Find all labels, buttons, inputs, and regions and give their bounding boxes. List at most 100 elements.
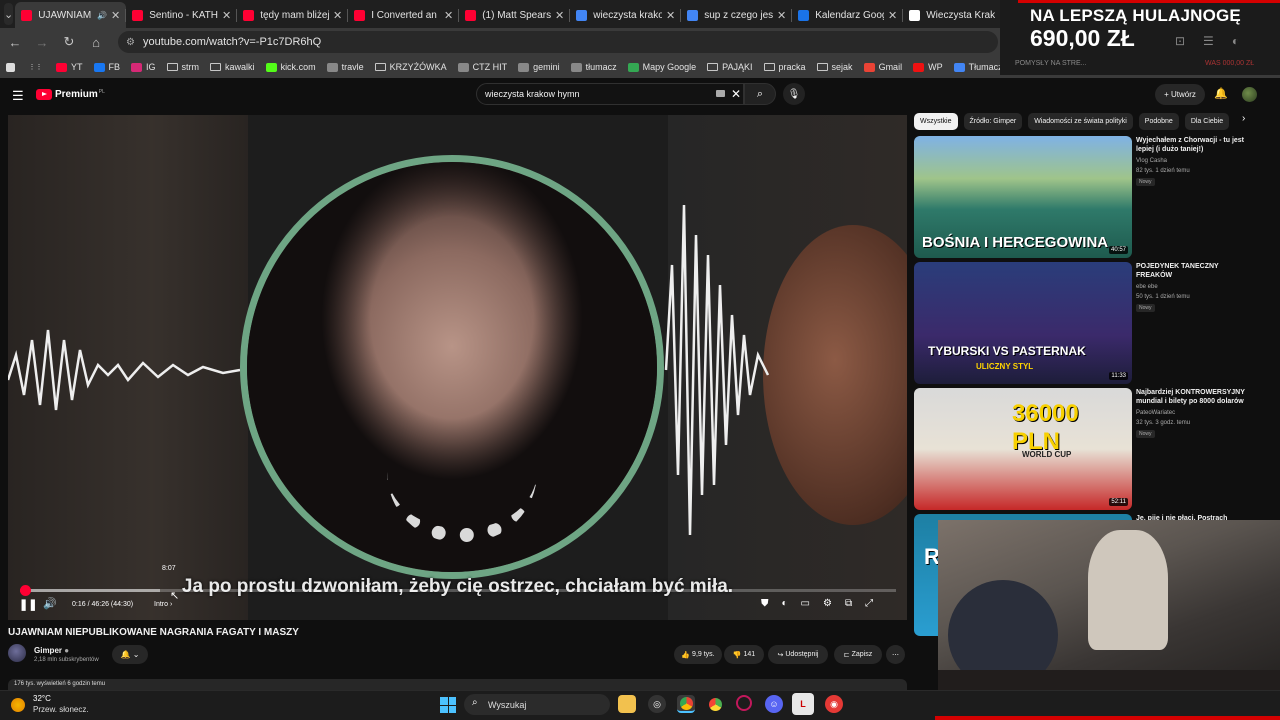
browser-tab[interactable]: Wieczysta Krakó✕	[903, 2, 1015, 28]
settings-gear-icon[interactable]: ⚙	[823, 598, 832, 609]
recommendation-title[interactable]: POJEDYNEK TANECZNY FREAKÓW	[1136, 262, 1256, 280]
bookmark-item[interactable]: YT	[56, 62, 83, 72]
bookmark-item[interactable]: gemini	[518, 62, 560, 72]
share-button[interactable]: ↪ Udostępnij	[768, 645, 828, 664]
weather-temp[interactable]: 32°C	[33, 694, 51, 703]
channel-name[interactable]: Gimper ●	[34, 646, 69, 655]
filter-chip[interactable]: Wszystkie	[914, 113, 958, 130]
steam-icon[interactable]: ◎	[648, 695, 666, 713]
file-explorer-icon[interactable]	[618, 695, 636, 713]
bookmark-item[interactable]: kick.com	[265, 62, 316, 72]
bookmark-item[interactable]: CTZ HIT	[457, 62, 507, 72]
tab-search-button[interactable]: ⌄	[4, 3, 14, 25]
bookmark-item[interactable]: sejak	[816, 62, 853, 72]
video-thumbnail[interactable]: TYBURSKI VS PASTERNAK ULICZNY STYL 11:33	[914, 262, 1132, 384]
bookmark-item[interactable]: kawalki	[210, 62, 255, 72]
close-tab-icon[interactable]: ✕	[777, 9, 786, 22]
close-tab-icon[interactable]: ✕	[666, 9, 675, 22]
site-info-icon[interactable]: ⚙	[126, 37, 135, 48]
tab-audio-icon[interactable]: 🔊	[97, 11, 107, 20]
recommendation-channel[interactable]: Vlog Casha	[1136, 158, 1167, 164]
bookmark-item[interactable]: FB	[93, 62, 120, 72]
discord-icon[interactable]: ☺	[765, 695, 783, 713]
clear-search-icon[interactable]: ✕	[731, 87, 741, 101]
bookmark-item[interactable]: Gmail	[863, 62, 902, 72]
keyboard-icon[interactable]	[716, 90, 725, 97]
search-input[interactable]: wieczysta krakow hymn	[476, 83, 744, 105]
browser-tab[interactable]: I Converted an Et ✕	[348, 2, 460, 28]
home-icon[interactable]: ⌂	[84, 30, 108, 54]
browser-tab[interactable]: tędy mam bliżej - ✕	[237, 2, 349, 28]
close-tab-icon[interactable]: ✕	[222, 9, 231, 22]
filter-chip[interactable]: Wiadomości ze świata polityki	[1028, 113, 1133, 130]
browser-tab[interactable]: Kalendarz Google ✕	[792, 2, 904, 28]
browser-alt-icon[interactable]	[706, 695, 724, 713]
bookmark-item[interactable]: pracka	[763, 62, 806, 72]
chapter-button[interactable]: Intro ›	[154, 601, 172, 608]
pause-icon[interactable]: ❚❚	[19, 598, 37, 611]
voice-search-button[interactable]: 🎙	[783, 83, 805, 105]
close-tab-icon[interactable]: ✕	[333, 9, 342, 22]
bookmark-item[interactable]: KRZYŻÓWKA	[374, 62, 447, 72]
close-tab-icon[interactable]: ✕	[111, 9, 120, 22]
save-button[interactable]: ⊏ Zapisz	[834, 645, 882, 664]
fullscreen-icon[interactable]: ⤢	[865, 598, 873, 609]
bookmark-sidebar-toggle[interactable]	[6, 62, 19, 72]
back-icon[interactable]: ←	[3, 30, 27, 54]
subtitles-icon[interactable]: ▭	[801, 598, 810, 609]
forward-icon[interactable]: →	[30, 30, 54, 54]
video-player[interactable]: Ja po prostu dzwoniłam, żeby cię ostrzec…	[8, 115, 907, 620]
youtube-logo[interactable]: Premium PL	[36, 89, 105, 100]
bookmark-item[interactable]: WP	[913, 62, 943, 72]
create-button[interactable]: + Utwórz	[1155, 84, 1205, 105]
recommendation-item[interactable]: TYBURSKI VS PASTERNAK ULICZNY STYL 11:33 PO…	[914, 262, 1274, 384]
reload-icon[interactable]: ↻	[57, 30, 81, 54]
more-actions-button[interactable]: ⋯	[886, 645, 905, 664]
recommendation-title[interactable]: Wyjechałem z Chorwacji - tu jest lepiej …	[1136, 136, 1256, 154]
recommendation-item[interactable]: 36000 PLN WORLD CUP 52:11 Najbardziej KONTR…	[914, 388, 1274, 510]
recommendation-title[interactable]: Najbardziej KONTROWERSYJNY mundial i bil…	[1136, 388, 1256, 406]
browser-tab[interactable]: (1) Matt Spears - ✕	[459, 2, 571, 28]
channel-avatar[interactable]	[8, 644, 26, 662]
bookmark-item[interactable]: Mapy Google	[627, 62, 696, 72]
progress-bar[interactable]	[20, 585, 896, 596]
bookmark-item[interactable]: travle	[326, 62, 364, 72]
miniplayer-icon[interactable]: ⧉	[845, 598, 852, 609]
subscription-bell-button[interactable]: 🔔 ⌄	[112, 645, 148, 664]
app-l-icon[interactable]: L	[792, 693, 814, 715]
browser-tab[interactable]: sup z czego jest z ✕	[681, 2, 793, 28]
video-thumbnail[interactable]: BOŚNIA I HERCEGOWINA 40:57	[914, 136, 1132, 258]
recommendation-channel[interactable]: PateoWariatec	[1136, 410, 1175, 416]
sponsor-shield-icon[interactable]: ⛊	[761, 598, 769, 609]
notifications-bell-icon[interactable]: 🔔	[1214, 87, 1228, 100]
filter-chip[interactable]: Dla Ciebie	[1184, 113, 1230, 130]
browser-tab[interactable]: Sentino - KATHAF ✕	[126, 2, 238, 28]
dislike-button[interactable]: 👎 141	[724, 645, 764, 664]
bookmark-item[interactable]: PAJĄKI	[707, 62, 753, 72]
close-tab-icon[interactable]: ✕	[888, 9, 897, 22]
filter-chip[interactable]: Podobne	[1138, 113, 1179, 130]
filter-chip[interactable]: Źródło: Gimper	[963, 113, 1023, 130]
bookmark-item[interactable]: Tłumacz	[953, 62, 1003, 72]
video-thumbnail[interactable]: 36000 PLN WORLD CUP 52:11	[914, 388, 1132, 510]
bookmark-item[interactable]: IG	[131, 62, 156, 72]
recommendation-channel[interactable]: ebe ebe	[1136, 284, 1158, 290]
menu-icon[interactable]: ☰	[12, 88, 24, 104]
browser-tab[interactable]: UJAWNIAM N🔊 ✕	[15, 2, 127, 28]
recommendation-item[interactable]: BOŚNIA I HERCEGOWINA 40:57 Wyjechałem z Ch…	[914, 136, 1274, 258]
bookmark-item[interactable]: tłumacz	[570, 62, 617, 72]
address-bar[interactable]: ⚙ youtube.com/watch?v=-P1c7DR6hQ	[118, 31, 998, 53]
search-button[interactable]: ⌕	[744, 83, 776, 105]
sun-icon[interactable]	[11, 698, 25, 712]
autoplay-toggle-icon[interactable]: ◐	[782, 598, 788, 609]
opera-icon[interactable]	[736, 695, 752, 711]
chevron-right-icon[interactable]: ›	[1242, 113, 1245, 124]
close-tab-icon[interactable]: ✕	[555, 9, 564, 22]
windows-start-icon[interactable]	[440, 697, 456, 713]
account-avatar[interactable]	[1242, 87, 1257, 102]
weather-desc[interactable]: Przew. słonecz.	[33, 705, 89, 714]
bookmark-item[interactable]: ⋮⋮	[29, 63, 45, 72]
anydesk-icon[interactable]: ◉	[825, 695, 843, 713]
bookmark-item[interactable]: strm	[166, 62, 199, 72]
chrome-icon[interactable]	[677, 695, 695, 713]
